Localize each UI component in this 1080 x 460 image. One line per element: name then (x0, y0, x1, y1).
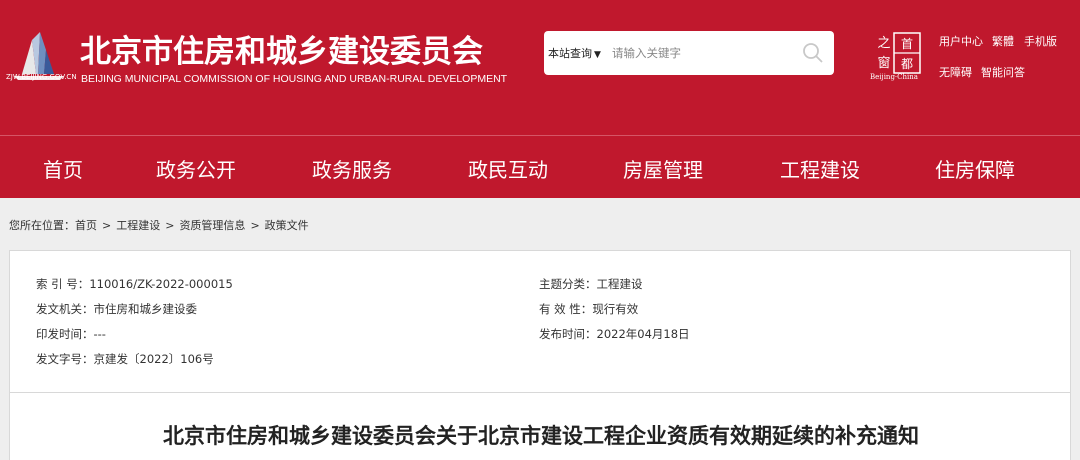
nav-item-government-affairs[interactable]: 政务公开 (156, 154, 236, 183)
info-label: 印发时间： (36, 327, 94, 341)
user-center-link[interactable]: 用户中心 (939, 33, 983, 49)
info-label: 索 引 号： (36, 277, 90, 291)
search-icon[interactable] (802, 42, 824, 64)
nav-item-government-services[interactable]: 政务服务 (312, 154, 392, 183)
mobile-version-link[interactable]: 手机版 (1024, 33, 1057, 49)
logo-domain-text: ZJW.BEIJING.GOV.CN (6, 73, 77, 81)
search-input[interactable] (612, 41, 792, 65)
capital-logo-char: 首 (901, 37, 913, 51)
nav-item-construction[interactable]: 工程建设 (780, 154, 860, 183)
accessibility-link[interactable]: 无障碍 (939, 64, 972, 80)
search-scope-select[interactable]: 本站查询 ▼ (548, 45, 601, 61)
nav-item-home[interactable]: 首页 (43, 154, 83, 183)
capital-logo-caption: Beijing·China (870, 73, 918, 81)
capital-logo-char: 之 (877, 36, 890, 51)
info-value: 京建发〔2022〕106号 (93, 352, 214, 366)
nav-item-housing-security[interactable]: 住房保障 (935, 154, 1015, 183)
traditional-chinese-link[interactable]: 繁體 (992, 33, 1014, 49)
info-value: 市住房和城乡建设委 (93, 302, 198, 316)
chevron-down-icon: ▼ (594, 50, 601, 60)
capital-logo-char: 都 (901, 57, 913, 71)
breadcrumb-item-home[interactable]: 首页 (75, 219, 97, 232)
info-label: 主题分类： (539, 277, 597, 291)
breadcrumb-separator: > (250, 219, 260, 232)
search-scope-label: 本站查询 (548, 47, 592, 60)
breadcrumb-item-qualification[interactable]: 资质管理信息 (179, 219, 245, 232)
nav-item-housing-management[interactable]: 房屋管理 (623, 154, 703, 183)
info-print-date: 印发时间：--- (36, 326, 106, 342)
info-label: 发文机关： (36, 302, 94, 316)
breadcrumb-item-construction[interactable]: 工程建设 (116, 219, 160, 232)
breadcrumb-item-policy-docs[interactable]: 政策文件 (265, 219, 309, 232)
nav-item-public-interaction[interactable]: 政民互动 (468, 154, 548, 183)
site-header: ZJW.BEIJING.GOV.CN 北京市住房和城乡建设委员会 BEIJING… (0, 0, 1080, 135)
info-value: 2022年04月18日 (596, 327, 690, 341)
main-nav: 首页 政务公开 政务服务 政民互动 房屋管理 工程建设 住房保障 (0, 136, 1080, 198)
smart-qa-link[interactable]: 智能问答 (981, 64, 1025, 80)
document-info-panel: 索 引 号：110016/ZK-2022-000015 发文机关：市住房和城乡建… (9, 250, 1071, 393)
breadcrumb-prefix: 您所在位置： (9, 219, 75, 232)
info-doc-no: 发文字号：京建发〔2022〕106号 (36, 351, 214, 367)
info-label: 发布时间： (539, 327, 597, 341)
search-box: 本站查询 ▼ (544, 31, 834, 75)
site-subtitle: BEIJING MUNICIPAL COMMISSION OF HOUSING … (81, 73, 508, 85)
capital-logo-char: 窗 (877, 55, 890, 71)
info-label: 有 效 性： (539, 302, 593, 316)
info-topic: 主题分类：工程建设 (539, 276, 643, 292)
info-publish-date: 发布时间：2022年04月18日 (539, 326, 690, 342)
info-label: 发文字号： (36, 352, 94, 366)
info-index-no: 索 引 号：110016/ZK-2022-000015 (36, 276, 233, 292)
site-title[interactable]: 北京市住房和城乡建设委员会 (80, 26, 483, 71)
article-title: 北京市住房和城乡建设委员会关于北京市建设工程企业资质有效期延续的补充通知 (163, 424, 919, 448)
info-validity: 有 效 性：现行有效 (539, 301, 638, 317)
breadcrumb: 您所在位置：首页 > 工程建设 > 资质管理信息 > 政策文件 (9, 217, 309, 233)
info-value: --- (93, 327, 106, 341)
info-issuer: 发文机关：市住房和城乡建设委 (36, 301, 197, 317)
info-value: 110016/ZK-2022-000015 (89, 277, 233, 291)
breadcrumb-separator: > (102, 219, 112, 232)
info-value: 现行有效 (592, 302, 639, 316)
breadcrumb-separator: > (165, 219, 175, 232)
info-value: 工程建设 (596, 277, 643, 291)
article-header: 北京市住房和城乡建设委员会关于北京市建设工程企业资质有效期延续的补充通知 (9, 393, 1071, 460)
